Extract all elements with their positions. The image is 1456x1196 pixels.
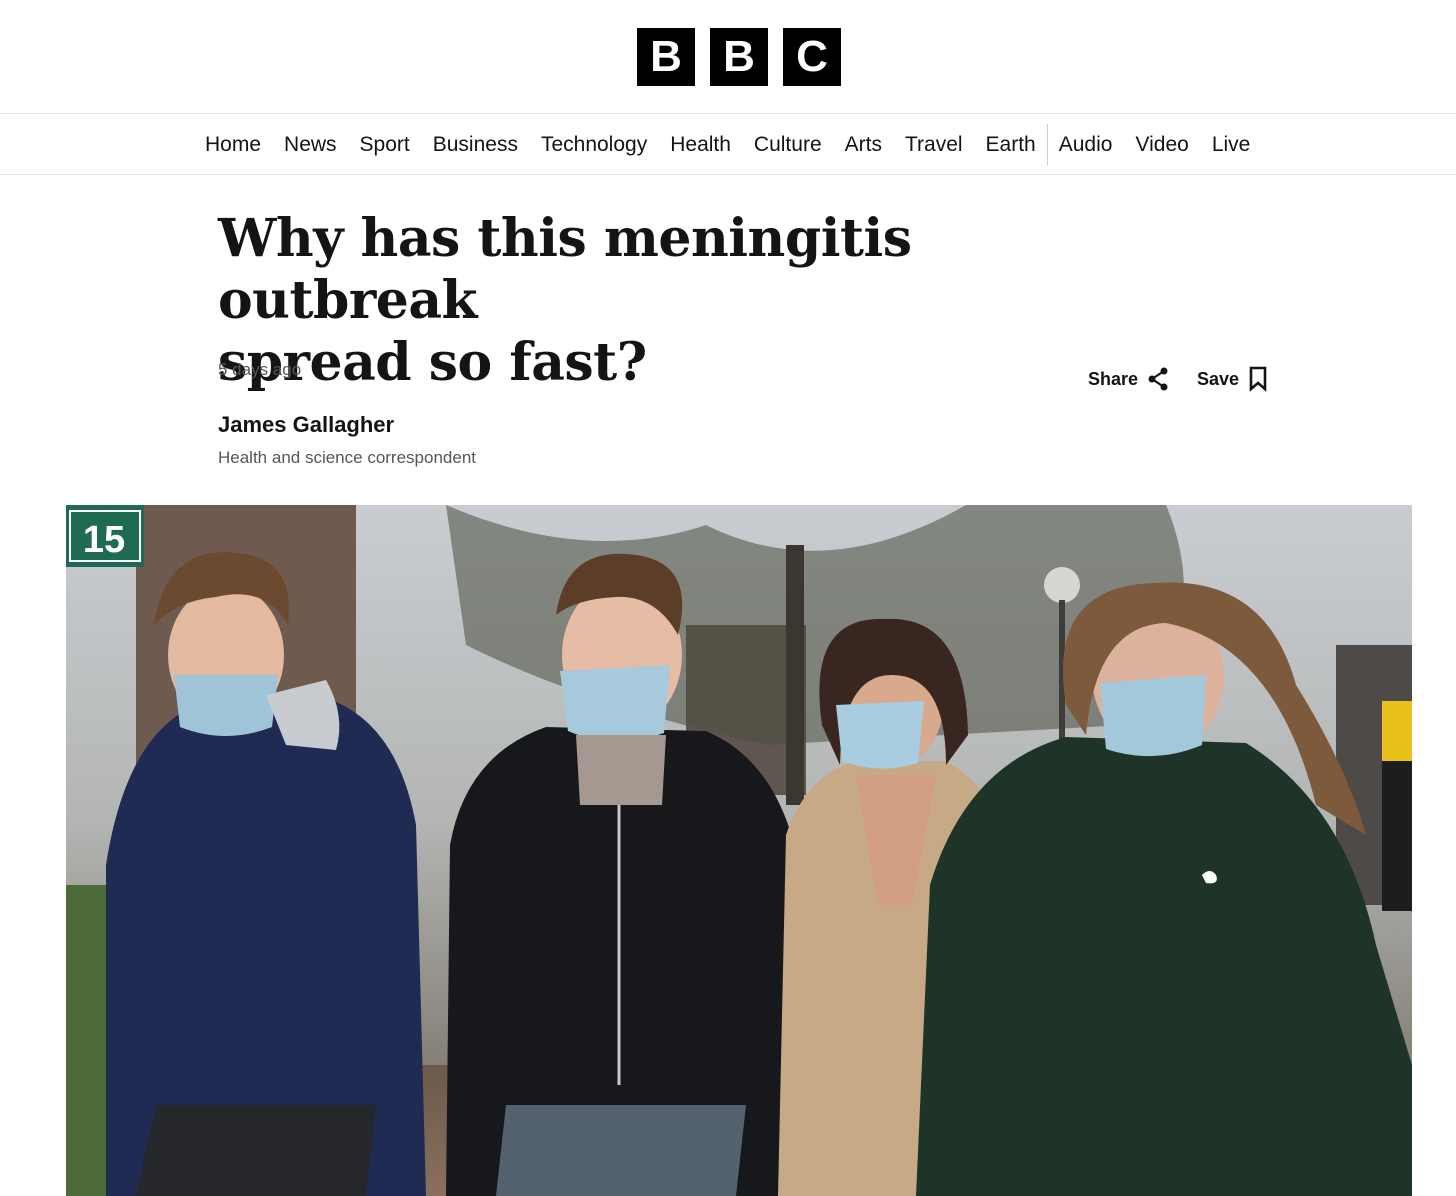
nav-item-travel[interactable]: Travel <box>905 115 963 175</box>
nav-item-business[interactable]: Business <box>433 115 518 175</box>
nav-item-arts[interactable]: Arts <box>845 115 882 175</box>
nav-item-technology[interactable]: Technology <box>541 115 647 175</box>
nav-item-culture[interactable]: Culture <box>754 115 822 175</box>
author-role: Health and science correspondent <box>218 448 476 467</box>
hero-sign-number: 15 <box>83 519 125 561</box>
nav-item-health[interactable]: Health <box>670 115 731 175</box>
article-headline: Why has this meningitis outbreak spread … <box>218 208 1178 394</box>
article-actions: Share Save <box>1088 366 1268 392</box>
hero-photo: 15 <box>66 505 1412 1196</box>
bbc-logo[interactable]: B B C <box>637 28 841 86</box>
nav-divider <box>1046 124 1048 166</box>
headline-line-1: Why has this meningitis outbreak <box>218 208 912 331</box>
nav-item-news[interactable]: News <box>284 115 337 175</box>
share-button[interactable]: Share <box>1088 367 1169 391</box>
nav-item-audio[interactable]: Audio <box>1059 115 1113 175</box>
nav-item-home[interactable]: Home <box>205 115 261 175</box>
logo-letter-b2: B <box>710 28 768 86</box>
save-button[interactable]: Save <box>1197 366 1268 392</box>
share-label: Share <box>1088 368 1139 389</box>
article-timestamp: 5 days ago <box>218 360 302 379</box>
save-label: Save <box>1197 368 1240 389</box>
author-name[interactable]: James Gallagher <box>218 412 394 438</box>
main-nav: Home News Sport Business Technology Heal… <box>0 115 1456 175</box>
share-icon <box>1148 367 1168 391</box>
logo-letter-c: C <box>783 28 841 86</box>
masthead: B B C <box>0 0 1456 114</box>
nav-item-video[interactable]: Video <box>1135 115 1188 175</box>
nav-item-sport[interactable]: Sport <box>360 115 410 175</box>
bookmark-icon <box>1249 366 1267 392</box>
hero-image: 15 <box>66 505 1412 1196</box>
nav-item-earth[interactable]: Earth <box>986 115 1036 175</box>
nav-item-live[interactable]: Live <box>1212 115 1251 175</box>
nav-list: Home News Sport Business Technology Heal… <box>205 115 1250 175</box>
logo-letter-b1: B <box>637 28 695 86</box>
